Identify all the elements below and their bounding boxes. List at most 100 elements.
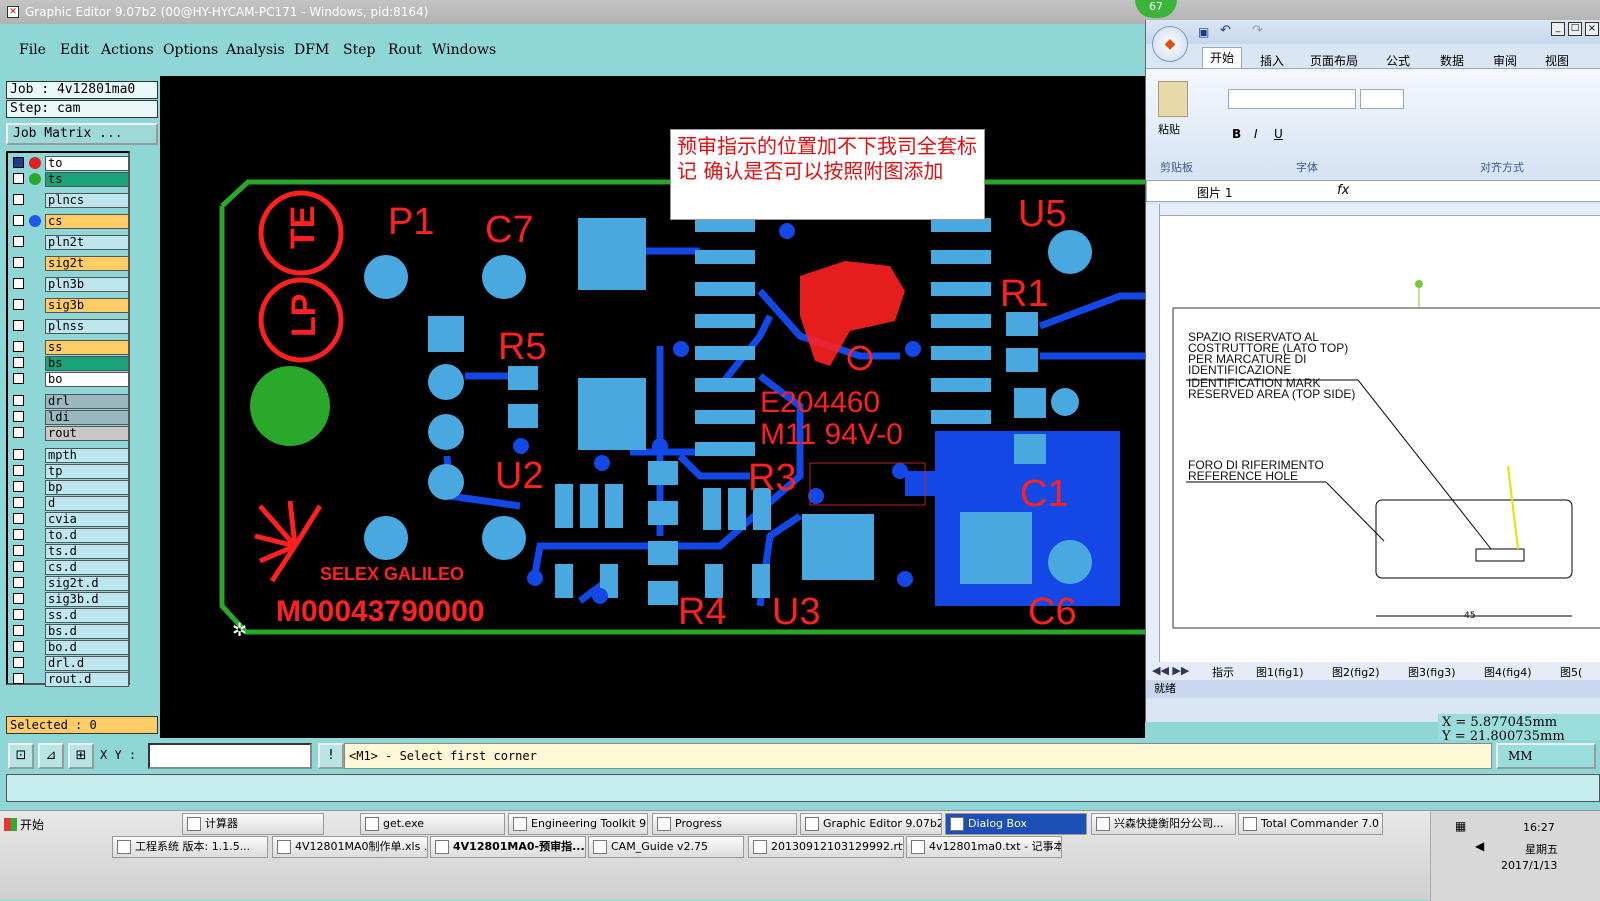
layer-checkbox[interactable] [13, 299, 24, 310]
layer-row-mpth[interactable]: mpth [10, 448, 129, 463]
menu-file[interactable]: File [19, 42, 46, 58]
layer-name[interactable]: sig2t.d [45, 576, 129, 591]
zoom-out-icon[interactable]: ⊿ [38, 743, 64, 769]
sheet-tab-6[interactable]: 图5( [1560, 664, 1582, 680]
layer-row-pln2t[interactable]: pln2t [10, 235, 129, 250]
menu-windows[interactable]: Windows [432, 42, 496, 58]
network-icon[interactable]: ▦ [1455, 819, 1466, 833]
layer-checkbox[interactable] [13, 545, 24, 556]
layer-name[interactable]: drl.d [45, 656, 129, 671]
tab-review[interactable]: 审阅 [1493, 52, 1517, 69]
layer-name[interactable]: rout.d [45, 672, 129, 687]
layer-row-ss-d[interactable]: ss.d [10, 608, 129, 623]
task-rtf-file[interactable]: 20130912103129992.rtf... [748, 836, 904, 858]
layer-checkbox[interactable] [13, 641, 24, 652]
layer-row-sig2t-d[interactable]: sig2t.d [10, 576, 129, 591]
layer-row-drl-d[interactable]: drl.d [10, 656, 129, 671]
sheet-tab-4[interactable]: 图3(fig3) [1408, 664, 1456, 680]
layer-checkbox[interactable] [13, 173, 24, 184]
sheet-tab-1[interactable]: 指示 [1212, 664, 1234, 680]
menu-rout[interactable]: Rout [388, 42, 422, 58]
layer-row-ts-d[interactable]: ts.d [10, 544, 129, 559]
layer-name[interactable]: ss.d [45, 608, 129, 623]
layer-name[interactable]: cs [45, 214, 129, 229]
layer-name[interactable]: ss [45, 340, 129, 355]
task-total-commander[interactable]: Total Commander 7.0 ... [1238, 813, 1383, 835]
layer-row-ts[interactable]: ts [10, 172, 129, 187]
zoom-in-icon[interactable]: ⊡ [8, 743, 34, 769]
task-cam-guide[interactable]: CAM_Guide v2.75 [588, 836, 744, 858]
layer-row-pln3b[interactable]: pln3b [10, 277, 129, 292]
menu-options[interactable]: Options [163, 42, 218, 58]
clock-time[interactable]: 16:27 [1523, 821, 1555, 834]
tab-view[interactable]: 视图 [1545, 52, 1569, 69]
layer-checkbox[interactable] [13, 593, 24, 604]
sheet-tab-3[interactable]: 图2(fig2) [1332, 664, 1380, 680]
layer-row-bs-d[interactable]: bs.d [10, 624, 129, 639]
font-name-box[interactable] [1228, 89, 1356, 109]
task-preview-doc[interactable]: 4V12801MA0-预审指... [430, 836, 586, 858]
layer-checkbox[interactable] [13, 609, 24, 620]
layer-checkbox[interactable] [13, 341, 24, 352]
layer-name[interactable]: bo.d [45, 640, 129, 655]
italic-button[interactable]: I [1254, 127, 1258, 141]
task-graphic-editor[interactable]: Graphic Editor 9.07b2 ... [800, 813, 942, 835]
layer-name[interactable]: sig3b [45, 298, 129, 313]
layer-name[interactable]: drl [45, 394, 129, 409]
layer-checkbox[interactable] [13, 529, 24, 540]
layer-row-to-d[interactable]: to.d [10, 528, 129, 543]
minimize-icon[interactable]: _ [1551, 22, 1565, 36]
task-excel-sheet[interactable]: 4V12801MA0制作单.xls ... [272, 836, 428, 858]
layer-name[interactable]: to.d [45, 528, 129, 543]
task-engineering-system[interactable]: 工程系统 版本: 1.1.5... [112, 836, 268, 858]
layer-name[interactable]: ts.d [45, 544, 129, 559]
task-xingsen[interactable]: 兴森快捷衡阳分公司... [1091, 813, 1236, 835]
paste-button[interactable] [1158, 81, 1188, 117]
bold-button[interactable]: B [1232, 127, 1241, 141]
layer-checkbox[interactable] [13, 497, 24, 508]
menu-analysis[interactable]: Analysis [226, 42, 285, 58]
save-icon[interactable]: ▣ [1198, 25, 1209, 39]
layer-name[interactable]: bp [45, 480, 129, 495]
layer-name[interactable]: bs.d [45, 624, 129, 639]
layer-row-rout-d[interactable]: rout.d [10, 672, 129, 687]
sheet-nav-icon[interactable]: ◀◀ ▶▶ [1152, 664, 1189, 677]
task-engineering-toolkit[interactable]: Engineering Toolkit 9.... [508, 813, 648, 835]
layer-row-sig2t[interactable]: sig2t [10, 256, 129, 271]
xy-input[interactable] [148, 743, 312, 769]
layer-name[interactable]: cs.d [45, 560, 129, 575]
task-dialog-box[interactable]: Dialog Box [945, 813, 1087, 835]
layer-checkbox[interactable] [13, 561, 24, 572]
sheet-tab-5[interactable]: 图4(fig4) [1484, 664, 1532, 680]
grid-icon[interactable]: ⊞ [68, 743, 94, 769]
menu-edit[interactable]: Edit [60, 42, 89, 58]
layer-name[interactable]: plnss [45, 319, 129, 334]
menu-dfm[interactable]: DFM [294, 42, 329, 58]
layer-checkbox[interactable] [13, 215, 24, 226]
layer-checkbox[interactable] [13, 411, 24, 422]
layer-row-drl[interactable]: drl [10, 394, 129, 409]
close-icon[interactable]: × [1585, 22, 1599, 36]
layer-row-bo[interactable]: bo [10, 372, 129, 387]
layer-name[interactable]: bo [45, 372, 129, 387]
menu-actions[interactable]: Actions [101, 42, 154, 58]
layer-checkbox[interactable] [13, 157, 24, 168]
layer-checkbox[interactable] [13, 673, 24, 684]
layer-name[interactable]: ldi [45, 410, 129, 425]
name-box[interactable]: 图片 1 [1197, 184, 1232, 201]
layer-row-cs-d[interactable]: cs.d [10, 560, 129, 575]
tab-formulas[interactable]: 公式 [1386, 52, 1410, 69]
layer-name[interactable]: sig3b.d [45, 592, 129, 607]
layer-name[interactable]: to [45, 156, 129, 171]
layer-checkbox[interactable] [13, 320, 24, 331]
layer-row-to[interactable]: to [10, 156, 129, 171]
sheet-tab-2[interactable]: 图1(fig1) [1256, 664, 1304, 680]
layer-name[interactable]: cvia [45, 512, 129, 527]
tab-home[interactable]: 开始 [1202, 47, 1242, 69]
layer-checkbox[interactable] [13, 465, 24, 476]
alert-icon[interactable]: ! [318, 743, 344, 769]
layer-name[interactable]: d [45, 496, 129, 511]
layer-checkbox[interactable] [13, 577, 24, 588]
underline-button[interactable]: U [1274, 127, 1283, 141]
start-button[interactable]: 开始 [2, 814, 52, 836]
